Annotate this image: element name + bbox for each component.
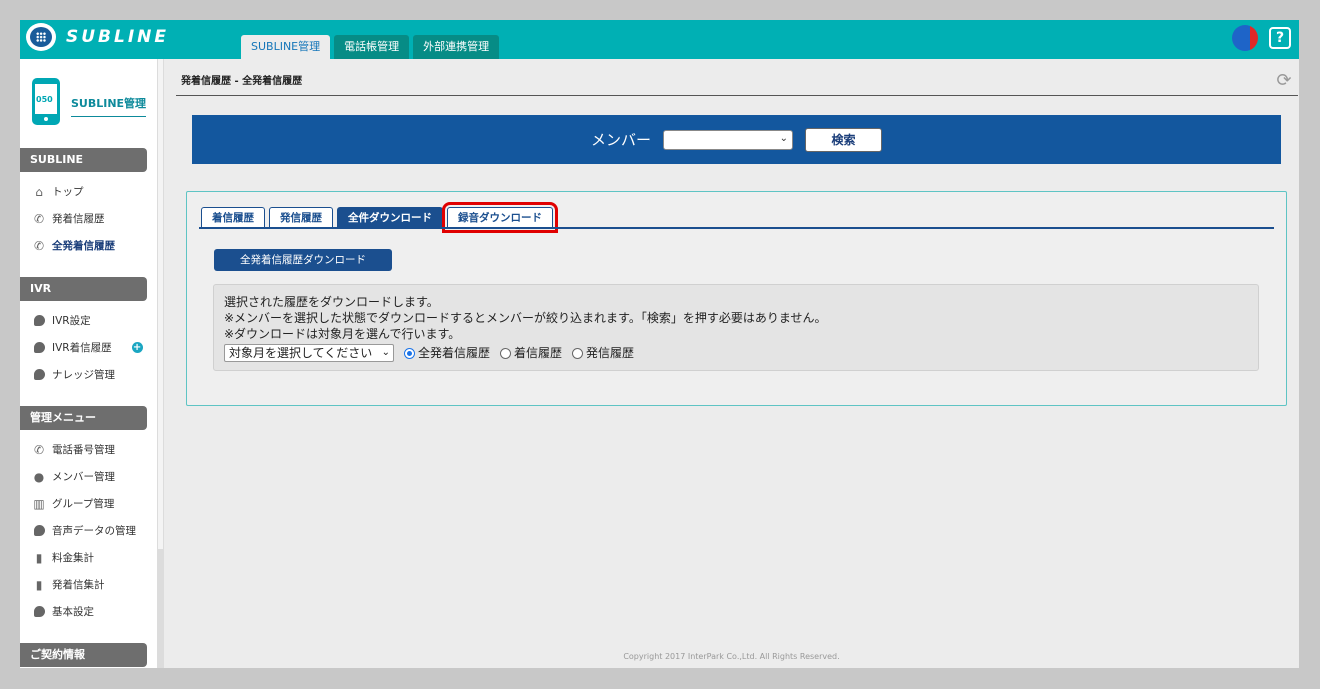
sidebar-section-ivr: IVR (20, 277, 147, 301)
app-window: SUBLINE SUBLINE管理 電話帳管理 外部連携管理 ? 050 SUB… (20, 20, 1299, 668)
month-select[interactable]: 対象月を選択してください ⌄ (224, 344, 394, 362)
sidebar-section-admin: 管理メニュー (20, 406, 147, 430)
radio-incoming-history[interactable]: 着信履歴 (500, 345, 562, 361)
phone-badge: 050 (36, 95, 53, 104)
sidebar-item-label: メンバー管理 (52, 471, 115, 483)
radio-all-history[interactable]: 全発着信履歴 (404, 345, 490, 361)
search-button[interactable]: 検索 (805, 127, 882, 152)
logo[interactable]: SUBLINE (26, 23, 169, 51)
bubble-icon (32, 314, 46, 328)
info-box: 選択された履歴をダウンロードします。 ※メンバーを選択した状態でダウンロードする… (213, 284, 1259, 371)
download-panel: 着信履歴 発信履歴 全件ダウンロード 録音ダウンロード 全発着信履歴ダウンロード… (186, 191, 1287, 406)
month-select-value: 対象月を選択してください (229, 346, 373, 360)
person-icon: ● (33, 469, 45, 484)
sidebar-item-ivr-settings[interactable]: IVR設定 (20, 307, 157, 334)
radio-circle[interactable] (404, 347, 415, 359)
member-select[interactable]: ⌄ (663, 129, 793, 150)
sidebar-item-phone-numbers[interactable]: ✆ 電話番号管理 (20, 436, 157, 463)
bar-chart-icon: ▮ (35, 577, 43, 592)
logo-text: SUBLINE (66, 27, 170, 47)
phone-device-icon: 050 (32, 78, 60, 125)
tab-incoming-history[interactable]: 着信履歴 (201, 207, 265, 228)
help-icon[interactable]: ? (1269, 27, 1291, 49)
sidebar-item-label: 全発着信履歴 (52, 240, 115, 252)
sidebar-item-label: トップ (52, 186, 84, 198)
tab-outgoing-history[interactable]: 発信履歴 (269, 207, 333, 228)
sidebar-header: 050 SUBLINE管理 (20, 59, 157, 139)
sidebar-item-knowledge[interactable]: ナレッジ管理 (20, 361, 157, 388)
sidebar-item-ivr-history[interactable]: IVR着信履歴 + (20, 334, 157, 361)
home-icon: ⌂ (35, 184, 43, 199)
sidebar-item-label: ナレッジ管理 (52, 369, 115, 381)
tab-download-all[interactable]: 全件ダウンロード (337, 207, 443, 228)
building-icon: ▥ (33, 496, 45, 511)
sidebar-title: SUBLINE管理 (71, 95, 147, 117)
radio-circle[interactable] (572, 347, 584, 359)
sidebar-item-groups[interactable]: ▥ グループ管理 (20, 490, 157, 517)
sidebar-section-contract: ご契約情報 (20, 643, 147, 667)
bubble-icon (32, 341, 46, 355)
chevron-down-icon: ⌄ (381, 347, 390, 358)
copyright: Copyright 2017 InterPark Co.,Ltd. All Ri… (623, 652, 840, 661)
tab-recording-download[interactable]: 録音ダウンロード (442, 202, 558, 233)
sidebar-section-subline: SUBLINE (20, 148, 147, 172)
download-controls: 対象月を選択してください ⌄ 全発着信履歴 着信履歴 発信履歴 (224, 344, 1248, 362)
tab-subline-admin[interactable]: SUBLINE管理 (241, 35, 331, 59)
sidebar-item-label: 音声データの管理 (52, 525, 136, 537)
main-tabs: SUBLINE管理 電話帳管理 外部連携管理 (241, 35, 500, 59)
sidebar-item-label: グループ管理 (52, 498, 115, 510)
sidebar-item-label: 電話番号管理 (52, 444, 115, 456)
radio-outgoing-history[interactable]: 発信履歴 (572, 345, 634, 361)
member-search-bar: メンバー ⌄ 検索 (192, 115, 1281, 164)
radio-circle[interactable] (500, 347, 512, 359)
chevron-down-icon: ⌄ (779, 132, 788, 144)
sidebar-item-audio-data[interactable]: 音声データの管理 (20, 517, 157, 544)
radio-label: 全発着信履歴 (418, 346, 491, 360)
bubble-icon (32, 524, 46, 538)
tab-external-integration[interactable]: 外部連携管理 (413, 35, 500, 59)
plus-icon[interactable]: + (131, 342, 143, 353)
radio-label: 発信履歴 (586, 346, 635, 360)
info-text-3: ※ダウンロードは対象月を選んで行います。 (224, 327, 461, 341)
phone-icon: ✆ (33, 238, 45, 253)
phone-icon: ✆ (33, 211, 45, 226)
sidebar-item-call-stats[interactable]: ▮ 発着信集計 (20, 571, 157, 598)
breadcrumb: 発着信履歴 - 全発着信履歴 (176, 71, 1298, 96)
phone-icon: ✆ (33, 442, 45, 457)
sidebar-item-label: 発着信履歴 (52, 213, 105, 225)
sidebar-item-billing[interactable]: ▮ 料金集計 (20, 544, 157, 571)
top-bar: SUBLINE SUBLINE管理 電話帳管理 外部連携管理 ? (20, 20, 1299, 59)
avatar[interactable] (1232, 25, 1258, 51)
sidebar-scrollbar[interactable] (157, 59, 164, 668)
sidebar: 050 SUBLINE管理 SUBLINE ⌂ トップ ✆ 発着信履歴 ✆ 全発… (20, 59, 157, 668)
sidebar-item-label: IVR着信履歴 (52, 342, 112, 354)
tab-divider (199, 227, 1274, 229)
info-text-1: 選択された履歴をダウンロードします。 (224, 295, 439, 309)
info-text-2: ※メンバーを選択した状態でダウンロードするとメンバーが絞り込まれます。「検索」を… (224, 311, 827, 325)
sub-tabs: 着信履歴 発信履歴 全件ダウンロード 録音ダウンロード (201, 202, 558, 233)
sidebar-item-members[interactable]: ● メンバー管理 (20, 463, 157, 490)
refresh-icon[interactable]: ⟳ (1273, 70, 1295, 92)
sidebar-item-top[interactable]: ⌂ トップ (20, 178, 157, 205)
sidebar-item-label: 発着信集計 (52, 579, 105, 591)
sidebar-item-label: 料金集計 (52, 552, 94, 564)
radio-label: 着信履歴 (514, 346, 563, 360)
sidebar-item-basic-settings[interactable]: 基本設定 (20, 598, 157, 625)
sidebar-item-call-history[interactable]: ✆ 発着信履歴 (20, 205, 157, 232)
sidebar-item-all-call-history[interactable]: ✆ 全発着信履歴 (20, 232, 157, 259)
bar-chart-icon: ▮ (35, 550, 43, 565)
bubble-icon (32, 605, 46, 619)
sidebar-item-label: 基本設定 (52, 606, 94, 618)
tab-phonebook-admin[interactable]: 電話帳管理 (334, 35, 410, 59)
logo-icon (26, 23, 56, 51)
sidebar-item-label: IVR設定 (52, 315, 91, 327)
member-label: メンバー (590, 131, 651, 149)
bubble-icon (32, 368, 46, 382)
download-all-history-button[interactable]: 全発着信履歴ダウンロード (214, 249, 392, 271)
